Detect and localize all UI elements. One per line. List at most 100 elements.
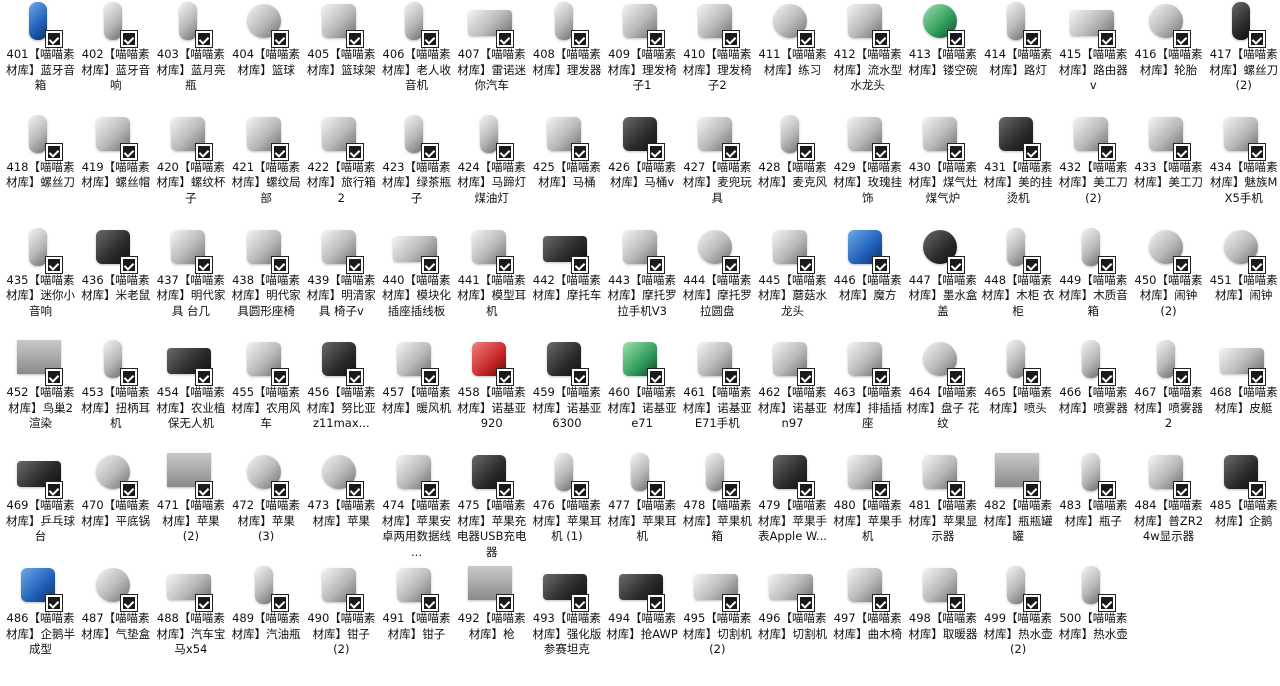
file-item[interactable]: 481【喵喵素材库】苹果显示器 (905, 455, 980, 573)
file-item[interactable]: 488【喵喵素材库】汽车宝马x54 (153, 574, 228, 686)
file-item[interactable]: 462【喵喵素材库】诺基亚n97 (755, 342, 830, 460)
file-item[interactable]: 455【喵喵素材库】农用风车 (229, 342, 304, 460)
file-item[interactable]: 406【喵喵素材库】老人收音机 (379, 2, 454, 122)
file-item[interactable]: 452【喵喵素材库】鸟巢2渲染 (3, 340, 78, 460)
file-item[interactable]: 461【喵喵素材库】诺基亚E71手机 (680, 342, 755, 460)
file-item[interactable]: 478【喵喵素材库】苹果机箱 (680, 453, 755, 573)
file-item[interactable]: 495【喵喵素材库】切割机 (2) (680, 574, 755, 686)
file-item[interactable]: 457【喵喵素材库】暖风机 (379, 342, 454, 460)
file-item[interactable]: 479【喵喵素材库】苹果手表Apple W... (755, 455, 830, 573)
file-item[interactable]: 408【喵喵素材库】理发器 (529, 2, 604, 122)
file-item[interactable]: 472【喵喵素材库】苹果 (3) (229, 455, 304, 573)
file-item[interactable]: 496【喵喵素材库】切割机 (755, 574, 830, 686)
file-item[interactable]: 482【喵喵素材库】瓶瓶罐罐 (981, 453, 1056, 573)
file-item[interactable]: 464【喵喵素材库】盘子 花纹 (905, 342, 980, 460)
file-item[interactable]: 429【喵喵素材库】玫瑰挂饰 (830, 116, 905, 235)
file-item[interactable]: 419【喵喵素材库】螺丝帽 (78, 116, 153, 235)
file-item[interactable]: 402【喵喵素材库】蓝牙音响 (78, 2, 153, 122)
file-item[interactable]: 463【喵喵素材库】排插插座 (830, 342, 905, 460)
file-item[interactable]: 475【喵喵素材库】苹果充电器USB充电器 (454, 455, 529, 573)
file-item[interactable]: 456【喵喵素材库】努比亚z11max... (304, 342, 379, 460)
file-item[interactable]: 405【喵喵素材库】篮球架 (304, 4, 379, 122)
file-item[interactable]: 485【喵喵素材库】企鹅 (1206, 455, 1280, 573)
file-item[interactable]: 426【喵喵素材库】马桶v (605, 116, 680, 235)
file-item[interactable]: 409【喵喵素材库】理发椅子1 (605, 4, 680, 122)
file-item[interactable]: 486【喵喵素材库】企鹅半成型 (3, 568, 78, 686)
file-item[interactable]: 415【喵喵素材库】路由器v (1056, 10, 1131, 122)
file-item[interactable]: 425【喵喵素材库】马桶 (529, 116, 604, 235)
file-item[interactable]: 427【喵喵素材库】麦兜玩具 (680, 116, 755, 235)
file-item[interactable]: 424【喵喵素材库】马蹄灯 煤油灯 (454, 114, 529, 235)
file-item[interactable]: 466【喵喵素材库】喷雾器 (1056, 340, 1131, 460)
file-item[interactable]: 414【喵喵素材库】路灯 (981, 2, 1056, 122)
file-item[interactable]: 474【喵喵素材库】苹果安卓两用数据线 ... (379, 455, 454, 573)
file-item[interactable]: 444【喵喵素材库】摩托罗拉圆盘 (680, 229, 755, 348)
file-item[interactable]: 459【喵喵素材库】诺基亚6300 (529, 342, 604, 460)
file-item[interactable]: 470【喵喵素材库】平底锅 (78, 455, 153, 573)
file-item[interactable]: 431【喵喵素材库】美的挂烫机 (981, 116, 1056, 235)
file-item[interactable]: 404【喵喵素材库】篮球 (229, 4, 304, 122)
file-item[interactable]: 442【喵喵素材库】摩托车 (529, 235, 604, 348)
file-item[interactable]: 430【喵喵素材库】煤气灶 煤气炉 (905, 116, 980, 235)
file-item[interactable]: 449【喵喵素材库】木质音箱 (1056, 227, 1131, 348)
file-item[interactable]: 435【喵喵素材库】迷你小音响 (3, 227, 78, 348)
file-item[interactable]: 480【喵喵素材库】苹果手机 (830, 455, 905, 573)
file-item[interactable]: 436【喵喵素材库】米老鼠 (78, 229, 153, 348)
file-item[interactable]: 412【喵喵素材库】流水型水龙头 (830, 4, 905, 122)
file-item[interactable]: 432【喵喵素材库】美工刀 (2) (1056, 116, 1131, 235)
file-item[interactable]: 450【喵喵素材库】闹钟 (2) (1131, 229, 1206, 348)
file-item[interactable]: 437【喵喵素材库】明代家具 台几 (153, 229, 228, 348)
file-item[interactable]: 423【喵喵素材库】绿茶瓶子 (379, 114, 454, 235)
file-item[interactable]: 460【喵喵素材库】诺基亚e71 (605, 342, 680, 460)
file-item[interactable]: 410【喵喵素材库】理发椅子2 (680, 4, 755, 122)
file-item[interactable]: 446【喵喵素材库】魔方 (830, 229, 905, 348)
file-item[interactable]: 428【喵喵素材库】麦克风 (755, 114, 830, 235)
file-item[interactable]: 497【喵喵素材库】曲木椅 (830, 568, 905, 686)
file-item[interactable]: 489【喵喵素材库】汽油瓶 (229, 566, 304, 686)
file-item[interactable]: 443【喵喵素材库】摩托罗拉手机V3 (605, 229, 680, 348)
file-item[interactable]: 499【喵喵素材库】热水壶 (2) (981, 566, 1056, 686)
file-item[interactable]: 453【喵喵素材库】扭柄耳机 (78, 340, 153, 460)
file-item[interactable]: 403【喵喵素材库】蓝月亮瓶 (153, 2, 228, 122)
file-item[interactable]: 492【喵喵素材库】枪 (454, 566, 529, 686)
file-item[interactable]: 413【喵喵素材库】镂空碗 (905, 4, 980, 122)
file-item[interactable]: 440【喵喵素材库】模块化插座插线板 (379, 235, 454, 348)
file-item[interactable]: 454【喵喵素材库】农业植保无人机 (153, 348, 228, 460)
file-item[interactable]: 418【喵喵素材库】螺丝刀 (3, 114, 78, 235)
file-item[interactable]: 473【喵喵素材库】苹果 (304, 455, 379, 573)
file-item[interactable]: 483【喵喵素材库】瓶子 (1056, 453, 1131, 573)
file-item[interactable]: 439【喵喵素材库】明清家具 椅子v (304, 229, 379, 348)
file-item[interactable]: 458【喵喵素材库】诺基亚920 (454, 342, 529, 460)
file-item[interactable]: 471【喵喵素材库】苹果 (2) (153, 453, 228, 573)
file-item[interactable]: 422【喵喵素材库】旅行箱2 (304, 116, 379, 235)
file-item[interactable]: 421【喵喵素材库】螺纹局部 (229, 116, 304, 235)
file-item[interactable]: 447【喵喵素材库】墨水盒盖 (905, 229, 980, 348)
file-item[interactable]: 498【喵喵素材库】取暖器 (905, 568, 980, 686)
file-item[interactable]: 477【喵喵素材库】苹果耳机 (605, 453, 680, 573)
file-item[interactable]: 451【喵喵素材库】闹钟 (1206, 229, 1280, 348)
file-item[interactable]: 438【喵喵素材库】明代家具圆形座椅 (229, 229, 304, 348)
file-item[interactable]: 417【喵喵素材库】螺丝刀 (2) (1206, 2, 1280, 122)
file-item[interactable]: 490【喵喵素材库】钳子 (2) (304, 568, 379, 686)
file-item[interactable]: 441【喵喵素材库】模型耳机 (454, 229, 529, 348)
file-item[interactable]: 465【喵喵素材库】喷头 (981, 340, 1056, 460)
file-item[interactable]: 500【喵喵素材库】热水壶 (1056, 566, 1131, 686)
file-item[interactable]: 484【喵喵素材库】普ZR24w显示器 (1131, 455, 1206, 573)
file-item[interactable]: 469【喵喵素材库】乒乓球台 (3, 461, 78, 573)
file-item[interactable]: 411【喵喵素材库】练习 (755, 4, 830, 122)
file-item[interactable]: 401【喵喵素材库】蓝牙音箱 (3, 2, 78, 122)
file-item[interactable]: 467【喵喵素材库】喷雾器2 (1131, 340, 1206, 460)
file-item[interactable]: 487【喵喵素材库】气垫盒 (78, 568, 153, 686)
file-item[interactable]: 476【喵喵素材库】苹果耳机 (1) (529, 453, 604, 573)
file-item[interactable]: 448【喵喵素材库】木柜 衣柜 (981, 227, 1056, 348)
file-item[interactable]: 445【喵喵素材库】蘑菇水龙头 (755, 229, 830, 348)
file-item[interactable]: 493【喵喵素材库】强化版参赛坦克 (529, 574, 604, 686)
file-item[interactable]: 420【喵喵素材库】螺纹杯子 (153, 116, 228, 235)
file-item[interactable]: 433【喵喵素材库】美工刀 (1131, 116, 1206, 235)
file-item[interactable]: 434【喵喵素材库】魅族MX5手机 (1206, 116, 1280, 235)
file-item[interactable]: 494【喵喵素材库】抢AWP (605, 574, 680, 686)
file-item[interactable]: 491【喵喵素材库】钳子 (379, 568, 454, 686)
file-item[interactable]: 468【喵喵素材库】皮艇 (1206, 348, 1280, 460)
file-item[interactable]: 407【喵喵素材库】雷诺迷你汽车 (454, 10, 529, 122)
file-item[interactable]: 416【喵喵素材库】轮胎 (1131, 4, 1206, 122)
